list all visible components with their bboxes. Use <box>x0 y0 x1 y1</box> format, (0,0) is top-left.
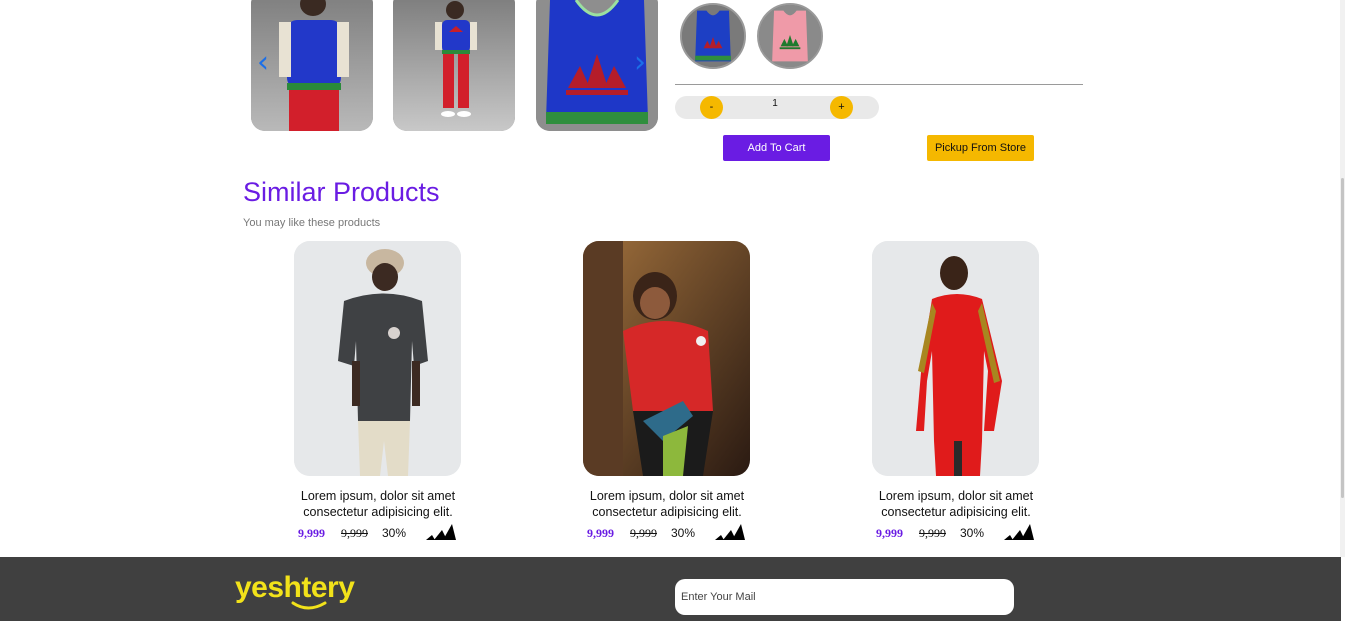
svg-text:yeshtery: yeshtery <box>235 571 355 604</box>
chevron-left-icon[interactable]: ‹ <box>257 48 269 78</box>
product-card[interactable]: Lorem ipsum, dolor sit amet consectetur … <box>583 241 750 544</box>
product-discount: 30% <box>382 526 407 540</box>
price-row: 9,999 9,999 30% <box>294 524 461 544</box>
footer <box>0 557 1341 621</box>
product-image[interactable] <box>583 241 750 476</box>
page-scrollbar[interactable] <box>1340 0 1345 557</box>
gallery-image-back[interactable] <box>251 0 373 131</box>
product-discount: 30% <box>960 526 985 540</box>
quantity-decrease-button[interactable]: - <box>700 96 723 119</box>
product-card[interactable]: Lorem ipsum, dolor sit amet consectetur … <box>872 241 1039 544</box>
product-price: 9,999 <box>298 526 325 540</box>
adidas-logo-icon <box>1002 524 1034 540</box>
section-subtitle: You may like these products <box>243 217 381 229</box>
email-field[interactable] <box>675 579 1014 615</box>
adidas-logo-icon <box>424 524 456 540</box>
product-image[interactable] <box>294 241 461 476</box>
product-image[interactable] <box>872 241 1039 476</box>
product-card[interactable]: Lorem ipsum, dolor sit amet consectetur … <box>294 241 461 544</box>
color-swatch-pink[interactable] <box>757 3 823 69</box>
product-old-price: 9,999 <box>341 526 368 540</box>
divider <box>675 84 1083 85</box>
product-name: Lorem ipsum, dolor sit amet consectetur … <box>300 489 456 519</box>
product-price: 9,999 <box>587 526 614 540</box>
product-name: Lorem ipsum, dolor sit amet consectetur … <box>589 489 745 519</box>
quantity-increase-button[interactable]: + <box>830 96 853 119</box>
section-title: Similar Products <box>243 177 440 207</box>
color-swatch-blue[interactable] <box>680 3 746 69</box>
product-old-price: 9,999 <box>919 526 946 540</box>
price-row: 9,999 9,999 30% <box>583 524 750 544</box>
product-page: ‹ › - 1 + Add To Cart Pickup From Store … <box>0 0 1345 621</box>
chevron-right-icon[interactable]: › <box>634 48 646 78</box>
product-old-price: 9,999 <box>630 526 657 540</box>
scrollbar-thumb[interactable] <box>1341 178 1344 498</box>
product-discount: 30% <box>671 526 696 540</box>
product-name: Lorem ipsum, dolor sit amet consectetur … <box>878 489 1034 519</box>
product-price: 9,999 <box>876 526 903 540</box>
adidas-logo-icon <box>713 524 745 540</box>
quantity-value: 1 <box>772 98 778 109</box>
price-row: 9,999 9,999 30% <box>872 524 1039 544</box>
yeshtery-logo[interactable]: yeshtery <box>233 571 383 615</box>
add-to-cart-button[interactable]: Add To Cart <box>723 135 830 161</box>
pickup-from-store-button[interactable]: Pickup From Store <box>927 135 1034 161</box>
gallery-image-model[interactable] <box>393 0 515 131</box>
